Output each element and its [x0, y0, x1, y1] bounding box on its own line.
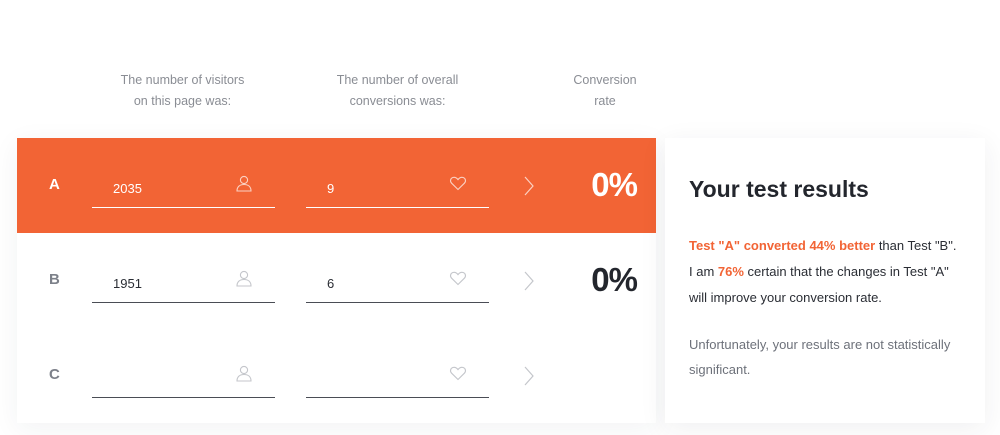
results-highlight-improvement: Test "A" converted 44% better	[689, 238, 876, 253]
conversion-rate: 0%	[591, 261, 638, 298]
results-line-3: will improve your conversion rate.	[689, 290, 882, 305]
visitors-value: 2035	[113, 181, 142, 196]
results-panel: Your test results Test "A" converted 44%…	[665, 138, 985, 423]
visitors-header-line-1: The number of visitors	[120, 73, 245, 87]
conversions-header-line-2: conversions was:	[349, 94, 446, 108]
rate-header-line-2: rate	[594, 94, 616, 108]
results-title: Your test results	[689, 176, 869, 202]
visitors-header-line-2: on this page was:	[133, 94, 232, 108]
variant-label: C	[49, 366, 60, 383]
visitors-input[interactable]: 2035	[92, 175, 275, 208]
results-highlight-certainty: 76%	[717, 264, 744, 279]
variant-row-a: A 2035 9 0%	[17, 138, 656, 233]
conversions-input[interactable]	[306, 366, 489, 398]
visitors-value: 1951	[113, 276, 142, 291]
rate-header-line-1: Conversion	[573, 73, 637, 87]
conversion-rate: 0%	[591, 166, 638, 203]
variant-label: B	[49, 271, 60, 288]
chevron-right-icon	[522, 270, 536, 292]
variant-row-c: C	[17, 328, 656, 423]
heart-icon	[449, 269, 467, 287]
results-line-1-rest: than Test "B".	[875, 238, 957, 253]
visitors-column-header: The number of visitors on this page was:	[95, 70, 270, 112]
conversions-column-header: The number of overall conversions was:	[310, 70, 485, 112]
results-line-2: I am 76% certain that the changes in Tes…	[689, 259, 974, 285]
test-variants-table: A 2035 9 0% B 1951 6 0% C	[17, 138, 656, 423]
heart-icon	[449, 174, 467, 192]
conversions-value: 9	[327, 181, 335, 196]
conversions-header-line-1: The number of overall	[336, 73, 459, 87]
chevron-right-icon	[522, 175, 536, 197]
results-line-2-prefix: I am	[689, 264, 718, 279]
visitors-input[interactable]: 1951	[92, 270, 275, 303]
conversions-value: 6	[327, 276, 335, 291]
variant-row-b: B 1951 6 0%	[17, 233, 656, 328]
results-summary: Test "A" converted 44% better than Test …	[689, 233, 974, 311]
heart-icon	[449, 364, 467, 382]
user-icon	[235, 269, 253, 287]
conversions-input[interactable]: 6	[306, 271, 489, 303]
user-icon	[235, 174, 253, 192]
visitors-input[interactable]	[92, 365, 275, 398]
rate-column-header: Conversion rate	[560, 70, 650, 112]
results-line-2-rest: certain that the changes in Test "A"	[743, 264, 949, 279]
variant-label: A	[49, 176, 60, 193]
user-icon	[235, 364, 253, 382]
conversions-input[interactable]: 9	[306, 176, 489, 208]
results-line-1: Test "A" converted 44% better than Test …	[689, 233, 974, 259]
chevron-right-icon	[522, 365, 536, 387]
significance-note: Unfortunately, your results are not stat…	[689, 337, 951, 377]
